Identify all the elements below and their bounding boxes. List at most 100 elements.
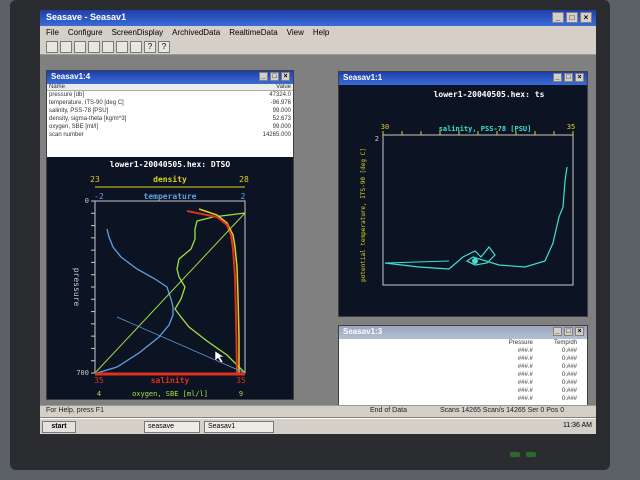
maximize-button[interactable]: □	[566, 12, 578, 23]
menu-file[interactable]: File	[46, 28, 59, 37]
salinity-max-label: 35	[236, 376, 246, 385]
ts-curve	[384, 166, 568, 270]
ts-ylabel: potential temperature, ITS-90 [deg C]	[360, 148, 367, 282]
cell-name: salinity, PSS-78 [PSU]	[49, 108, 109, 114]
ts-x-min: 30	[381, 123, 389, 131]
table-row: density, sigma-theta [kg/m^3] 52.673	[47, 115, 293, 123]
oxygen-axis-label: oxygen, SBE [ml/l]	[132, 390, 208, 398]
taskbar-item-seasave[interactable]: seasave	[144, 421, 200, 433]
pressure-axis-label: pressure	[72, 268, 81, 307]
status-scan-info: Scans 14265 Scan/s 14265 Ser 0 Pos 0	[440, 407, 565, 414]
taskbar-item-seasav1[interactable]: Seasav1	[204, 421, 274, 433]
fixed-values-table: Name Value pressure [db] 47324.0 temperat…	[47, 84, 293, 139]
taskbar: start seasave Seasav1 11:36 AM	[40, 418, 596, 434]
cell-temp: 0.###	[561, 372, 577, 378]
menu-view[interactable]: View	[287, 28, 304, 37]
cell-temp: 0.###	[561, 380, 577, 386]
temperature-min-label: -2	[94, 192, 104, 201]
cell-pressure: ###.#	[517, 348, 533, 354]
pressure-ticks	[91, 200, 95, 374]
pressure-top-label: 0	[85, 197, 89, 205]
density-min-label: 23	[90, 175, 100, 184]
temperature-axis-label: temperature	[144, 192, 197, 201]
menu-bar: File Configure ScreenDisplay ArchivedDat…	[40, 26, 596, 39]
ts-plot-window[interactable]: Seasav1:1 _ □ × lower1-20040505.hex: ts …	[338, 71, 588, 317]
minimize-button[interactable]: _	[259, 72, 268, 81]
close-button[interactable]: ×	[281, 72, 290, 81]
status-end-of-data: End of Data	[370, 407, 407, 414]
scrolled-window-title: Seasav1:3	[343, 327, 383, 336]
density-max-label: 28	[239, 175, 249, 184]
toolbar-button-5[interactable]	[102, 41, 114, 53]
fixed-window-titlebar: Seasav1:4 _ □ ×	[47, 71, 293, 84]
cell-temp: 0.###	[561, 356, 577, 362]
minimize-button[interactable]: _	[553, 327, 562, 336]
taskbar-clock: 11:36 AM	[562, 422, 592, 429]
temperature-max-label: 2	[241, 192, 246, 201]
scrolled-display-window[interactable]: Seasav1:3 _ □ × Pressure Temp/dh ###.# 0.…	[338, 325, 588, 415]
profile-plot[interactable]: lower1-20040505.hex: DTSO density 23 28 …	[47, 157, 293, 399]
start-button[interactable]: start	[42, 421, 76, 433]
mdi-area: Seasav1:4 _ □ × Name Value pressure [db]…	[40, 55, 596, 418]
cell-name: oxygen, SBE [ml/l]	[49, 124, 99, 130]
table-row: ###.# 0.###	[489, 363, 579, 371]
density-curve	[198, 208, 240, 373]
pressure-bottom-label: 700	[76, 369, 89, 377]
power-led	[510, 452, 520, 457]
cell-pressure: ###.#	[517, 356, 533, 362]
cell-temp: 0.###	[561, 388, 577, 394]
maximize-button[interactable]: □	[564, 73, 573, 82]
toolbar-button-1[interactable]	[46, 41, 58, 53]
close-button[interactable]: ×	[580, 12, 592, 23]
maximize-button[interactable]: □	[270, 72, 279, 81]
plot1-frame	[94, 200, 246, 374]
toolbar-button-7[interactable]	[130, 41, 142, 53]
minimize-button[interactable]: _	[553, 73, 562, 82]
help-icon[interactable]: ?	[144, 41, 156, 53]
fixed-display-window[interactable]: Seasav1:4 _ □ × Name Value pressure [db]…	[46, 70, 294, 400]
maximize-button[interactable]: □	[564, 327, 573, 336]
menu-screendisplay[interactable]: ScreenDisplay	[112, 28, 164, 37]
table-row: oxygen, SBE [ml/l] 99.000	[47, 123, 293, 131]
toolbar-button-6[interactable]	[116, 41, 128, 53]
col-header-pressure: Pressure	[508, 340, 533, 346]
table-row: ###.# 0.###	[489, 371, 579, 379]
status-led	[526, 452, 536, 457]
close-button[interactable]: ×	[575, 73, 584, 82]
ts-x-max: 35	[567, 123, 575, 131]
table-row: temperature, ITS-90 [deg C] -96.976	[47, 99, 293, 107]
salinity-min-label: 35	[94, 376, 104, 385]
ts-xlabel: salinity, PSS-78 [PSU]	[439, 125, 532, 133]
minimize-button[interactable]: _	[552, 12, 564, 23]
context-help-icon[interactable]: ?	[158, 41, 170, 53]
table-row: pressure [db] 47324.0	[47, 91, 293, 100]
cell-pressure: ###.#	[517, 396, 533, 402]
menu-configure[interactable]: Configure	[68, 28, 103, 37]
menu-realtimedata[interactable]: RealtimeData	[229, 28, 277, 37]
app-title: Seasave - Seasav1	[46, 12, 127, 22]
cell-name: scan number	[49, 132, 84, 138]
app-titlebar: Seasave - Seasav1 _ □ ×	[40, 10, 596, 26]
plot2-title: lower1-20040505.hex: ts	[434, 90, 545, 99]
cell-name: pressure [db]	[49, 92, 85, 98]
table-row: ###.# 0.###	[489, 379, 579, 387]
ts-current-point	[472, 258, 478, 264]
scrolled-values-table: Pressure Temp/dh ###.# 0.### ###.# 0.### #…	[489, 339, 579, 403]
cell-pressure: ###.#	[517, 380, 533, 386]
close-button[interactable]: ×	[575, 327, 584, 336]
oxygen-trace-line	[94, 212, 246, 374]
fixed-window-title: Seasav1:4	[51, 72, 91, 81]
ts-y-top: 2	[375, 135, 379, 143]
cell-name: temperature, ITS-90 [deg C]	[49, 100, 124, 106]
cell-value: 14265.000	[262, 132, 291, 138]
menu-help[interactable]: Help	[313, 28, 329, 37]
toolbar: ? ?	[40, 39, 596, 55]
toolbar-button-3[interactable]	[74, 41, 86, 53]
table-row: salinity, PSS-78 [PSU] 99.000	[47, 107, 293, 115]
menu-archiveddata[interactable]: ArchivedData	[172, 28, 220, 37]
toolbar-button-2[interactable]	[60, 41, 72, 53]
status-help-text: For Help, press F1	[46, 407, 104, 414]
toolbar-button-4[interactable]	[88, 41, 100, 53]
mouse-cursor-icon	[214, 350, 225, 364]
plot1-title: lower1-20040505.hex: DTSO	[110, 160, 231, 169]
